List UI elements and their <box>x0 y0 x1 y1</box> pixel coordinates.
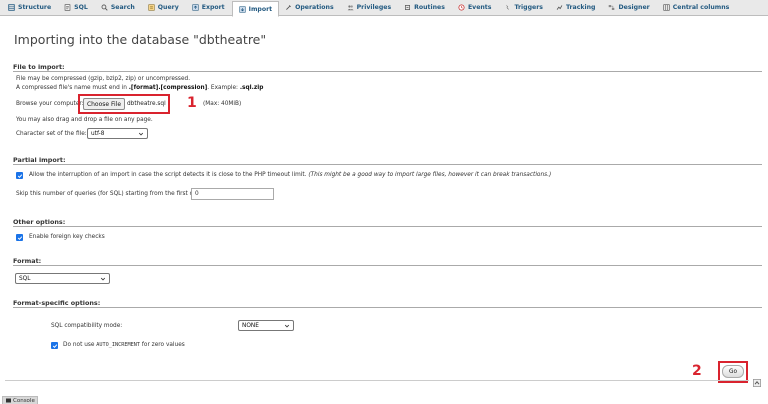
page-title: Importing into the database "dbtheatre" <box>14 32 267 47</box>
check-icon <box>17 235 22 240</box>
partial-import-heading: Partial import: <box>13 156 66 164</box>
skip-queries-input[interactable]: 0 <box>191 188 274 200</box>
sql-icon <box>64 4 71 11</box>
tab-operations[interactable]: Operations <box>279 0 341 15</box>
compression-name-note: A compressed file's name must end in .[f… <box>16 85 264 91</box>
browse-label: Browse your computer: <box>16 101 84 107</box>
query-icon <box>148 4 155 11</box>
annotation-1: 1 <box>187 95 197 111</box>
no-auto-increment-checkbox[interactable] <box>51 342 58 349</box>
triggers-icon <box>504 4 511 11</box>
tab-label: Designer <box>618 4 650 11</box>
divider <box>13 226 762 227</box>
tab-label: Query <box>157 4 179 11</box>
tab-triggers[interactable]: Triggers <box>498 0 550 15</box>
charset-label: Character set of the file: <box>16 131 87 137</box>
tab-label: Operations <box>295 4 334 11</box>
routines-icon <box>404 4 411 11</box>
selected-file-name: dbtheatre.sql <box>127 101 166 107</box>
export-icon <box>192 4 199 11</box>
tab-export[interactable]: Export <box>186 0 232 15</box>
charset-select-value: utf-8 <box>91 130 105 137</box>
divider <box>13 307 762 308</box>
tab-label: Search <box>110 4 135 11</box>
format-select-value: SQL <box>19 275 31 282</box>
structure-icon <box>8 4 15 11</box>
tab-label: Tracking <box>565 4 596 11</box>
tab-bar: Structure SQL Search Query Export Import Opera… <box>0 0 768 17</box>
compression-note: File may be compressed (gzip, bzip2, zip… <box>16 76 191 82</box>
format-heading: Format: <box>13 257 42 265</box>
console-toggle[interactable]: Console <box>2 396 38 404</box>
format-select[interactable]: SQL <box>15 273 110 284</box>
sql-compat-label: SQL compatibility mode: <box>51 323 123 329</box>
tab-label: Central columns <box>672 4 730 11</box>
other-options-heading: Other options: <box>13 218 66 226</box>
console-icon <box>6 398 11 403</box>
tab-label: Routines <box>414 4 445 11</box>
tab-label: Structure <box>18 4 52 11</box>
charset-select[interactable]: utf-8 <box>87 128 148 139</box>
divider <box>13 71 762 72</box>
tab-privileges[interactable]: Privileges <box>341 0 399 15</box>
tab-routines[interactable]: Routines <box>398 0 452 15</box>
foreign-key-label: Enable foreign key checks <box>29 234 105 240</box>
divider <box>13 265 762 266</box>
divider <box>13 164 762 165</box>
tab-query[interactable]: Query <box>142 0 186 15</box>
format-specific-heading: Format-specific options: <box>13 299 101 307</box>
search-icon <box>101 4 108 11</box>
chevron-down-icon <box>284 324 290 328</box>
chevron-down-icon <box>138 132 144 136</box>
tab-label: Privileges <box>356 4 392 11</box>
allow-interrupt-label: Allow the interruption of an import in c… <box>29 172 552 178</box>
tab-designer[interactable]: Designer <box>602 0 656 15</box>
tab-sql[interactable]: SQL <box>58 0 95 15</box>
foreign-key-checkbox[interactable] <box>16 234 23 241</box>
check-icon <box>17 173 22 178</box>
no-auto-increment-label: Do not use AUTO_INCREMENT for zero value… <box>63 342 185 348</box>
tab-label: Export <box>201 4 225 11</box>
sql-compat-select[interactable]: NONE <box>238 320 294 331</box>
import-icon <box>239 5 246 13</box>
events-icon <box>458 4 465 11</box>
privileges-icon <box>347 4 354 11</box>
tab-label: SQL <box>74 4 88 11</box>
scroll-top-icon[interactable] <box>753 379 761 387</box>
tab-label: Events <box>467 4 492 11</box>
tab-central-columns[interactable]: Central columns <box>657 0 737 15</box>
max-size: (Max: 40MiB) <box>203 101 242 107</box>
annotation-2: 2 <box>692 363 702 379</box>
chevron-down-icon <box>100 277 106 281</box>
go-button[interactable]: Go <box>722 365 744 378</box>
central-columns-icon <box>663 4 670 11</box>
file-to-import-heading: File to import: <box>13 63 65 71</box>
tab-label: Import <box>248 5 273 13</box>
divider <box>5 380 749 381</box>
check-icon <box>52 343 57 348</box>
sql-compat-select-value: NONE <box>242 322 259 329</box>
skip-queries-label: Skip this number of queries (for SQL) st… <box>16 191 203 197</box>
tab-events[interactable]: Events <box>452 0 499 15</box>
tab-tracking[interactable]: Tracking <box>550 0 603 15</box>
tracking-icon <box>556 4 563 11</box>
allow-interrupt-checkbox[interactable] <box>16 172 23 179</box>
choose-file-button[interactable]: Choose File <box>83 98 125 110</box>
designer-icon <box>608 4 615 11</box>
operations-icon <box>285 4 292 11</box>
tab-search[interactable]: Search <box>95 0 142 15</box>
drag-drop-note: You may also drag and drop a file on any… <box>16 117 153 123</box>
tab-import[interactable]: Import <box>231 1 280 17</box>
console-label: Console <box>13 397 35 404</box>
tab-label: Triggers <box>514 4 543 11</box>
tab-structure[interactable]: Structure <box>2 0 58 15</box>
